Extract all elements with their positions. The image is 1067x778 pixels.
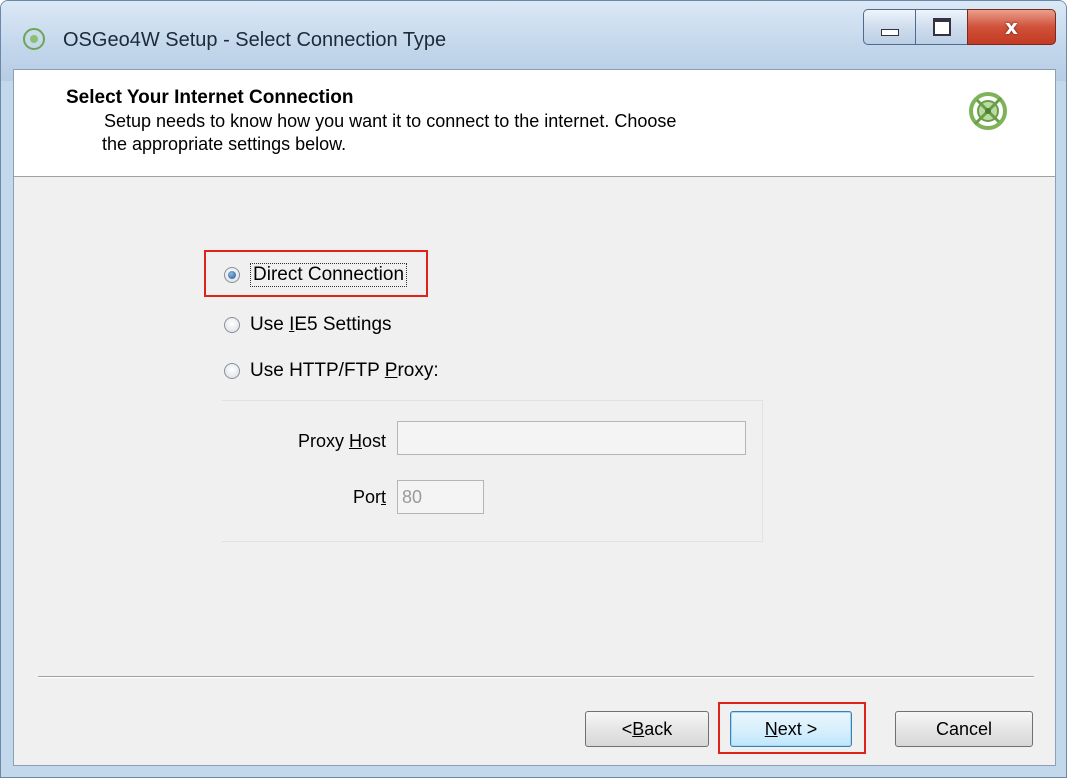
proxy-label-pre: Use HTTP/FTP bbox=[250, 360, 385, 381]
proxy-label-post: roxy: bbox=[397, 360, 439, 381]
ie5-settings-radio[interactable] bbox=[224, 317, 240, 333]
proxy-host-label-mnemonic: H bbox=[348, 431, 362, 451]
page-title: Select Your Internet Connection bbox=[66, 87, 354, 108]
next-button-highlight bbox=[718, 702, 866, 754]
proxy-host-label-post: ost bbox=[361, 431, 386, 451]
proxy-host-label-pre: Proxy bbox=[297, 431, 349, 451]
port-label: Port bbox=[314, 487, 386, 508]
back-label-post: ack bbox=[644, 718, 673, 739]
maximize-button[interactable] bbox=[915, 9, 967, 45]
page-description: Setup needs to know how you want it to c… bbox=[102, 110, 824, 156]
minimize-button[interactable] bbox=[863, 9, 915, 45]
osgeo-app-icon bbox=[23, 28, 45, 50]
wizard-header: Select Your Internet Connection Setup ne… bbox=[14, 70, 1055, 177]
description-line-1: Setup needs to know how you want it to c… bbox=[104, 111, 677, 131]
port-input[interactable]: 80 bbox=[397, 480, 484, 514]
ie5-label-post: E5 Settings bbox=[294, 314, 392, 335]
description-line-2: the appropriate settings below. bbox=[102, 134, 347, 154]
back-label-pre: < bbox=[621, 718, 633, 739]
window-controls: x bbox=[863, 9, 1056, 45]
http-ftp-proxy-option[interactable]: Use HTTP/FTP Proxy: bbox=[224, 360, 439, 382]
http-ftp-proxy-radio[interactable] bbox=[224, 363, 240, 379]
ie5-label-pre: Use bbox=[250, 314, 290, 335]
port-label-pre: Por bbox=[352, 487, 381, 507]
window-title: OSGeo4W Setup - Select Connection Type bbox=[63, 29, 447, 51]
port-label-mnemonic: t bbox=[380, 487, 386, 507]
ie5-settings-label[interactable]: Use IE5 Settings bbox=[250, 314, 392, 336]
setup-window: OSGeo4W Setup - Select Connection Type x… bbox=[0, 0, 1067, 778]
proxy-label-mnemonic: P bbox=[384, 360, 398, 381]
proxy-host-label: Proxy Host bbox=[276, 431, 386, 452]
back-label-mnemonic: B bbox=[632, 718, 645, 739]
osgeo-logo-icon bbox=[969, 92, 1007, 130]
cancel-button[interactable]: Cancel bbox=[895, 711, 1033, 747]
proxy-host-input[interactable] bbox=[397, 421, 746, 455]
footer-divider bbox=[38, 676, 1034, 678]
close-icon: x bbox=[1005, 15, 1018, 39]
minimize-icon bbox=[880, 28, 899, 36]
close-button[interactable]: x bbox=[967, 9, 1056, 45]
dialog-client-area: Select Your Internet Connection Setup ne… bbox=[13, 69, 1056, 766]
back-button[interactable]: < Back bbox=[585, 711, 709, 747]
maximize-icon bbox=[932, 18, 951, 36]
direct-connection-highlight bbox=[204, 250, 428, 297]
ie5-settings-option[interactable]: Use IE5 Settings bbox=[224, 314, 392, 336]
http-ftp-proxy-label[interactable]: Use HTTP/FTP Proxy: bbox=[250, 360, 439, 382]
